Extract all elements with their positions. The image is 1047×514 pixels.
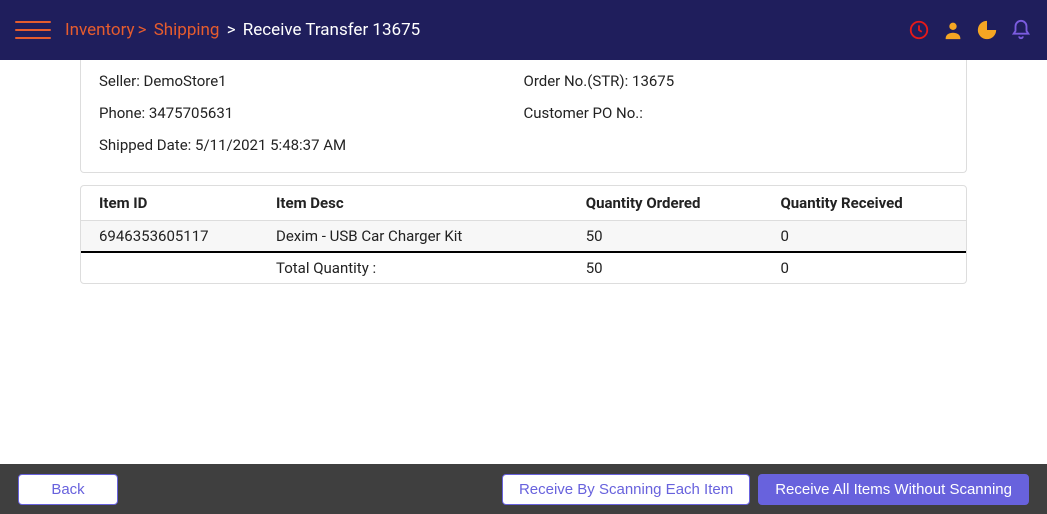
total-qty-received: 0 [762,252,966,283]
breadcrumb: Inventory> Shipping > Receive Transfer 1… [65,20,420,40]
cell-qty-ordered: 50 [568,221,763,253]
phone-label: Phone: [99,104,149,122]
table-row: 6946353605117 Dexim - USB Car Charger Ki… [81,221,966,253]
order-no-value: 13675 [632,72,674,90]
total-label: Total Quantity : [258,252,568,283]
seller-label: Seller: [99,72,144,90]
breadcrumb-link-inventory[interactable]: Inventory [65,20,135,40]
shipped-date-label: Shipped Date: [99,136,195,154]
items-table: Item ID Item Desc Quantity Ordered Quant… [81,186,966,283]
menu-icon[interactable] [15,21,51,39]
phone-value: 3475705631 [149,104,233,122]
clock-icon[interactable] [908,19,930,41]
order-no-label: Order No.(STR): [524,72,633,90]
bell-icon[interactable] [1010,19,1032,41]
col-qty-ordered: Quantity Ordered [568,186,763,221]
table-total-row: Total Quantity : 50 0 [81,252,966,283]
table-header-row: Item ID Item Desc Quantity Ordered Quant… [81,186,966,221]
cell-item-id: 6946353605117 [81,221,258,253]
col-qty-received: Quantity Received [762,186,966,221]
app-header: Inventory> Shipping > Receive Transfer 1… [0,0,1047,60]
header-left: Inventory> Shipping > Receive Transfer 1… [15,20,420,40]
seller-field: Seller: DemoStore1 [99,72,524,90]
user-icon[interactable] [942,19,964,41]
customer-po-label: Customer PO No.: [524,104,643,122]
items-table-container: Item ID Item Desc Quantity Ordered Quant… [80,185,967,284]
total-qty-ordered: 50 [568,252,763,283]
receive-all-button[interactable]: Receive All Items Without Scanning [758,474,1029,505]
seller-value: DemoStore1 [144,72,227,90]
shipped-date-field: Shipped Date: 5/11/2021 5:48:37 AM [99,136,948,154]
footer-right: Receive By Scanning Each Item Receive Al… [502,474,1029,505]
order-info-panel: Seller: DemoStore1 Order No.(STR): 13675… [80,60,967,173]
header-right [908,19,1032,41]
back-button[interactable]: Back [18,474,118,505]
cell-item-desc: Dexim - USB Car Charger Kit [258,221,568,253]
breadcrumb-current: Receive Transfer 13675 [243,20,420,40]
receive-scan-each-button[interactable]: Receive By Scanning Each Item [502,474,750,505]
cell-qty-received: 0 [762,221,966,253]
breadcrumb-separator: > [138,20,147,40]
shipped-date-value: 5/11/2021 5:48:37 AM [195,136,346,154]
order-no-field: Order No.(STR): 13675 [524,72,949,90]
chart-pie-icon[interactable] [976,19,998,41]
col-item-desc: Item Desc [258,186,568,221]
breadcrumb-separator: > [227,20,236,40]
phone-field: Phone: 3475705631 [99,104,524,122]
main-content: Seller: DemoStore1 Order No.(STR): 13675… [0,60,1047,284]
customer-po-field: Customer PO No.: [524,104,949,122]
col-item-id: Item ID [81,186,258,221]
footer-bar: Back Receive By Scanning Each Item Recei… [0,464,1047,514]
breadcrumb-link-shipping[interactable]: Shipping [154,20,220,40]
